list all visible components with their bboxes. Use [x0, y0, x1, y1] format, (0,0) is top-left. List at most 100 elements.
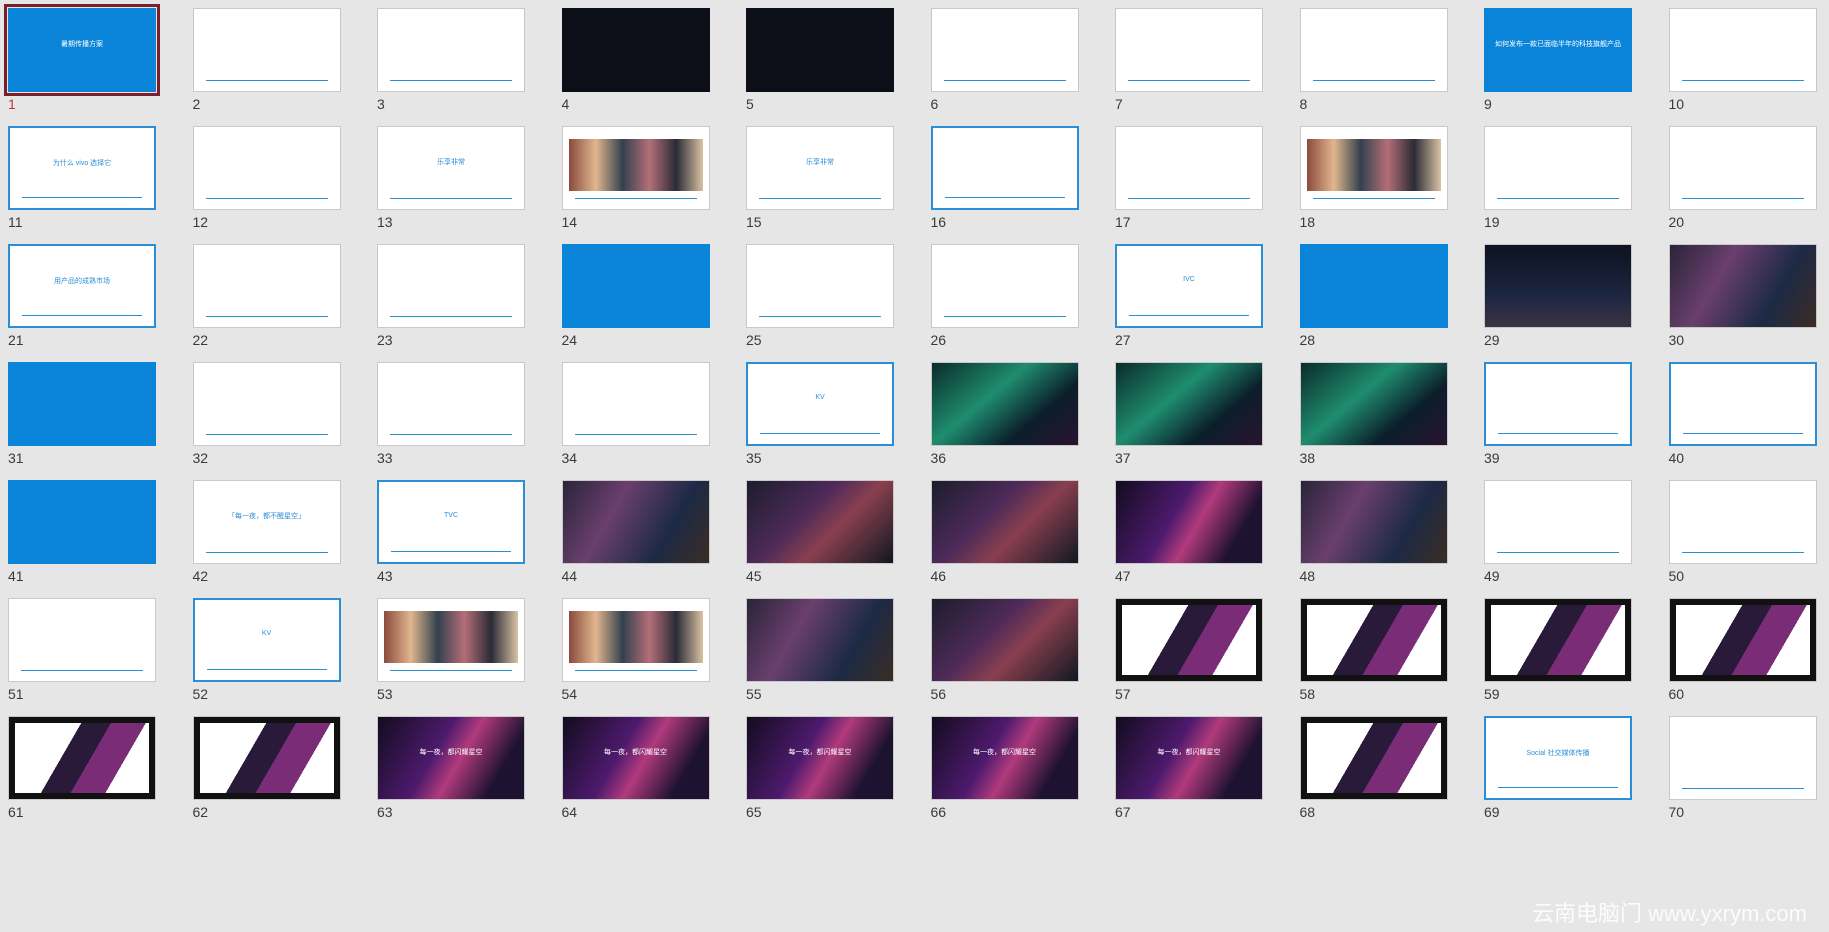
slide-preview[interactable] [1299, 362, 1448, 446]
slide-thumbnail-58[interactable]: 58 [1292, 590, 1452, 708]
slide-thumbnail-45[interactable]: 45 [738, 472, 898, 590]
slide-thumbnail-22[interactable]: 22 [185, 236, 345, 354]
slide-thumbnail-60[interactable]: 60 [1661, 590, 1821, 708]
slide-thumbnail-25[interactable]: 25 [738, 236, 898, 354]
slide-thumbnail-15[interactable]: 乐享非常 15 [738, 118, 898, 236]
slide-preview[interactable] [1484, 126, 1632, 210]
slide-preview[interactable] [1299, 8, 1448, 92]
slide-preview[interactable] [561, 8, 710, 92]
slide-preview[interactable] [1115, 598, 1263, 682]
slide-thumbnail-62[interactable]: 62 [185, 708, 345, 826]
slide-thumbnail-35[interactable]: KV 35 [738, 354, 898, 472]
slide-preview[interactable] [561, 244, 710, 328]
slide-thumbnail-67[interactable]: 每一夜，都闪耀星空 67 [1107, 708, 1267, 826]
slide-preview[interactable]: KV [746, 362, 894, 446]
slide-thumbnail-33[interactable]: 33 [369, 354, 529, 472]
slide-thumbnail-5[interactable]: 5 [738, 0, 898, 118]
slide-thumbnail-26[interactable]: 26 [923, 236, 1083, 354]
slide-thumbnail-32[interactable]: 32 [185, 354, 345, 472]
slide-preview[interactable] [8, 362, 156, 446]
slide-thumbnail-57[interactable]: 57 [1107, 590, 1267, 708]
slide-preview[interactable]: 每一夜，都闪耀星空 [746, 716, 894, 800]
slide-preview[interactable] [1299, 244, 1448, 328]
slide-thumbnail-21[interactable]: 用产品的成熟市场 21 [0, 236, 160, 354]
slide-thumbnail-53[interactable]: 53 [369, 590, 529, 708]
slide-preview[interactable] [192, 716, 341, 800]
slide-preview[interactable] [377, 244, 525, 328]
slide-thumbnail-51[interactable]: 51 [0, 590, 160, 708]
slide-preview[interactable] [561, 362, 710, 446]
slide-thumbnail-50[interactable]: 50 [1661, 472, 1821, 590]
slide-preview[interactable] [746, 480, 894, 564]
slide-preview[interactable]: KV [192, 598, 341, 682]
slide-preview[interactable]: Social 社交媒体传播 [1484, 716, 1632, 800]
slide-thumbnail-68[interactable]: 68 [1292, 708, 1452, 826]
slide-thumbnail-9[interactable]: 如何发布一款已面临半年的科技旗舰产品 9 [1476, 0, 1636, 118]
slide-thumbnail-34[interactable]: 34 [554, 354, 714, 472]
slide-preview[interactable]: 每一夜，都闪耀星空 [1115, 716, 1263, 800]
slide-preview[interactable] [377, 362, 525, 446]
slide-preview[interactable] [192, 126, 341, 210]
slide-thumbnail-40[interactable]: 40 [1661, 354, 1821, 472]
slide-thumbnail-64[interactable]: 每一夜，都闪耀星空 64 [554, 708, 714, 826]
slide-preview[interactable] [1668, 716, 1817, 800]
slide-thumbnail-3[interactable]: 3 [369, 0, 529, 118]
slide-preview[interactable] [930, 8, 1079, 92]
slide-preview[interactable] [1115, 126, 1263, 210]
slide-thumbnail-20[interactable]: 20 [1661, 118, 1821, 236]
slide-preview[interactable] [1484, 598, 1632, 682]
slide-preview[interactable]: 乐享非常 [377, 126, 525, 210]
slide-preview[interactable] [8, 480, 156, 564]
slide-thumbnail-37[interactable]: 37 [1107, 354, 1267, 472]
slide-preview[interactable]: 为什么 vivo 选择它 [8, 126, 156, 210]
slide-preview[interactable] [1299, 716, 1448, 800]
slide-preview[interactable]: 用产品的成熟市场 [8, 244, 156, 328]
slide-preview[interactable]: 如何发布一款已面临半年的科技旗舰产品 [1484, 8, 1632, 92]
slide-preview[interactable] [192, 244, 341, 328]
slide-preview[interactable] [1115, 8, 1263, 92]
slide-thumbnail-63[interactable]: 每一夜，都闪耀星空 63 [369, 708, 529, 826]
slide-thumbnail-6[interactable]: 6 [923, 0, 1083, 118]
slide-preview[interactable] [561, 126, 710, 210]
slide-preview[interactable] [561, 598, 710, 682]
slide-thumbnail-70[interactable]: 70 [1661, 708, 1821, 826]
slide-preview[interactable] [930, 244, 1079, 328]
slide-thumbnail-59[interactable]: 59 [1476, 590, 1636, 708]
slide-thumbnail-41[interactable]: 41 [0, 472, 160, 590]
slide-thumbnail-49[interactable]: 49 [1476, 472, 1636, 590]
slide-preview[interactable] [1484, 480, 1632, 564]
slide-preview[interactable] [1668, 126, 1817, 210]
slide-preview[interactable] [1484, 244, 1632, 328]
slide-thumbnail-69[interactable]: Social 社交媒体传播 69 [1476, 708, 1636, 826]
slide-preview[interactable] [8, 598, 156, 682]
slide-thumbnail-19[interactable]: 19 [1476, 118, 1636, 236]
slide-thumbnail-8[interactable]: 8 [1292, 0, 1452, 118]
slide-preview[interactable]: 每一夜，都闪耀星空 [930, 716, 1079, 800]
slide-thumbnail-31[interactable]: 31 [0, 354, 160, 472]
slide-thumbnail-29[interactable]: 29 [1476, 236, 1636, 354]
slide-thumbnail-10[interactable]: 10 [1661, 0, 1821, 118]
slide-thumbnail-46[interactable]: 46 [923, 472, 1083, 590]
slide-thumbnail-2[interactable]: 2 [185, 0, 345, 118]
slide-preview[interactable] [1668, 244, 1817, 328]
slide-thumbnail-47[interactable]: 47 [1107, 472, 1267, 590]
slide-thumbnail-7[interactable]: 7 [1107, 0, 1267, 118]
slide-thumbnail-36[interactable]: 36 [923, 354, 1083, 472]
slide-preview[interactable] [192, 8, 341, 92]
slide-preview[interactable] [8, 716, 156, 800]
slide-thumbnail-44[interactable]: 44 [554, 472, 714, 590]
slide-thumbnail-1[interactable]: 暑期传播方案 1 [0, 0, 160, 118]
slide-thumbnail-38[interactable]: 38 [1292, 354, 1452, 472]
slide-thumbnail-61[interactable]: 61 [0, 708, 160, 826]
slide-preview[interactable] [377, 598, 525, 682]
slide-thumbnail-39[interactable]: 39 [1476, 354, 1636, 472]
slide-thumbnail-13[interactable]: 乐享非常 13 [369, 118, 529, 236]
slide-preview[interactable] [1299, 598, 1448, 682]
slide-preview[interactable] [746, 598, 894, 682]
slide-preview[interactable] [1299, 480, 1448, 564]
slide-preview[interactable]: 每一夜，都闪耀星空 [561, 716, 710, 800]
slide-thumbnail-66[interactable]: 每一夜，都闪耀星空 66 [923, 708, 1083, 826]
slide-preview[interactable] [1115, 362, 1263, 446]
slide-thumbnail-27[interactable]: IVC 27 [1107, 236, 1267, 354]
slide-thumbnail-65[interactable]: 每一夜，都闪耀星空 65 [738, 708, 898, 826]
